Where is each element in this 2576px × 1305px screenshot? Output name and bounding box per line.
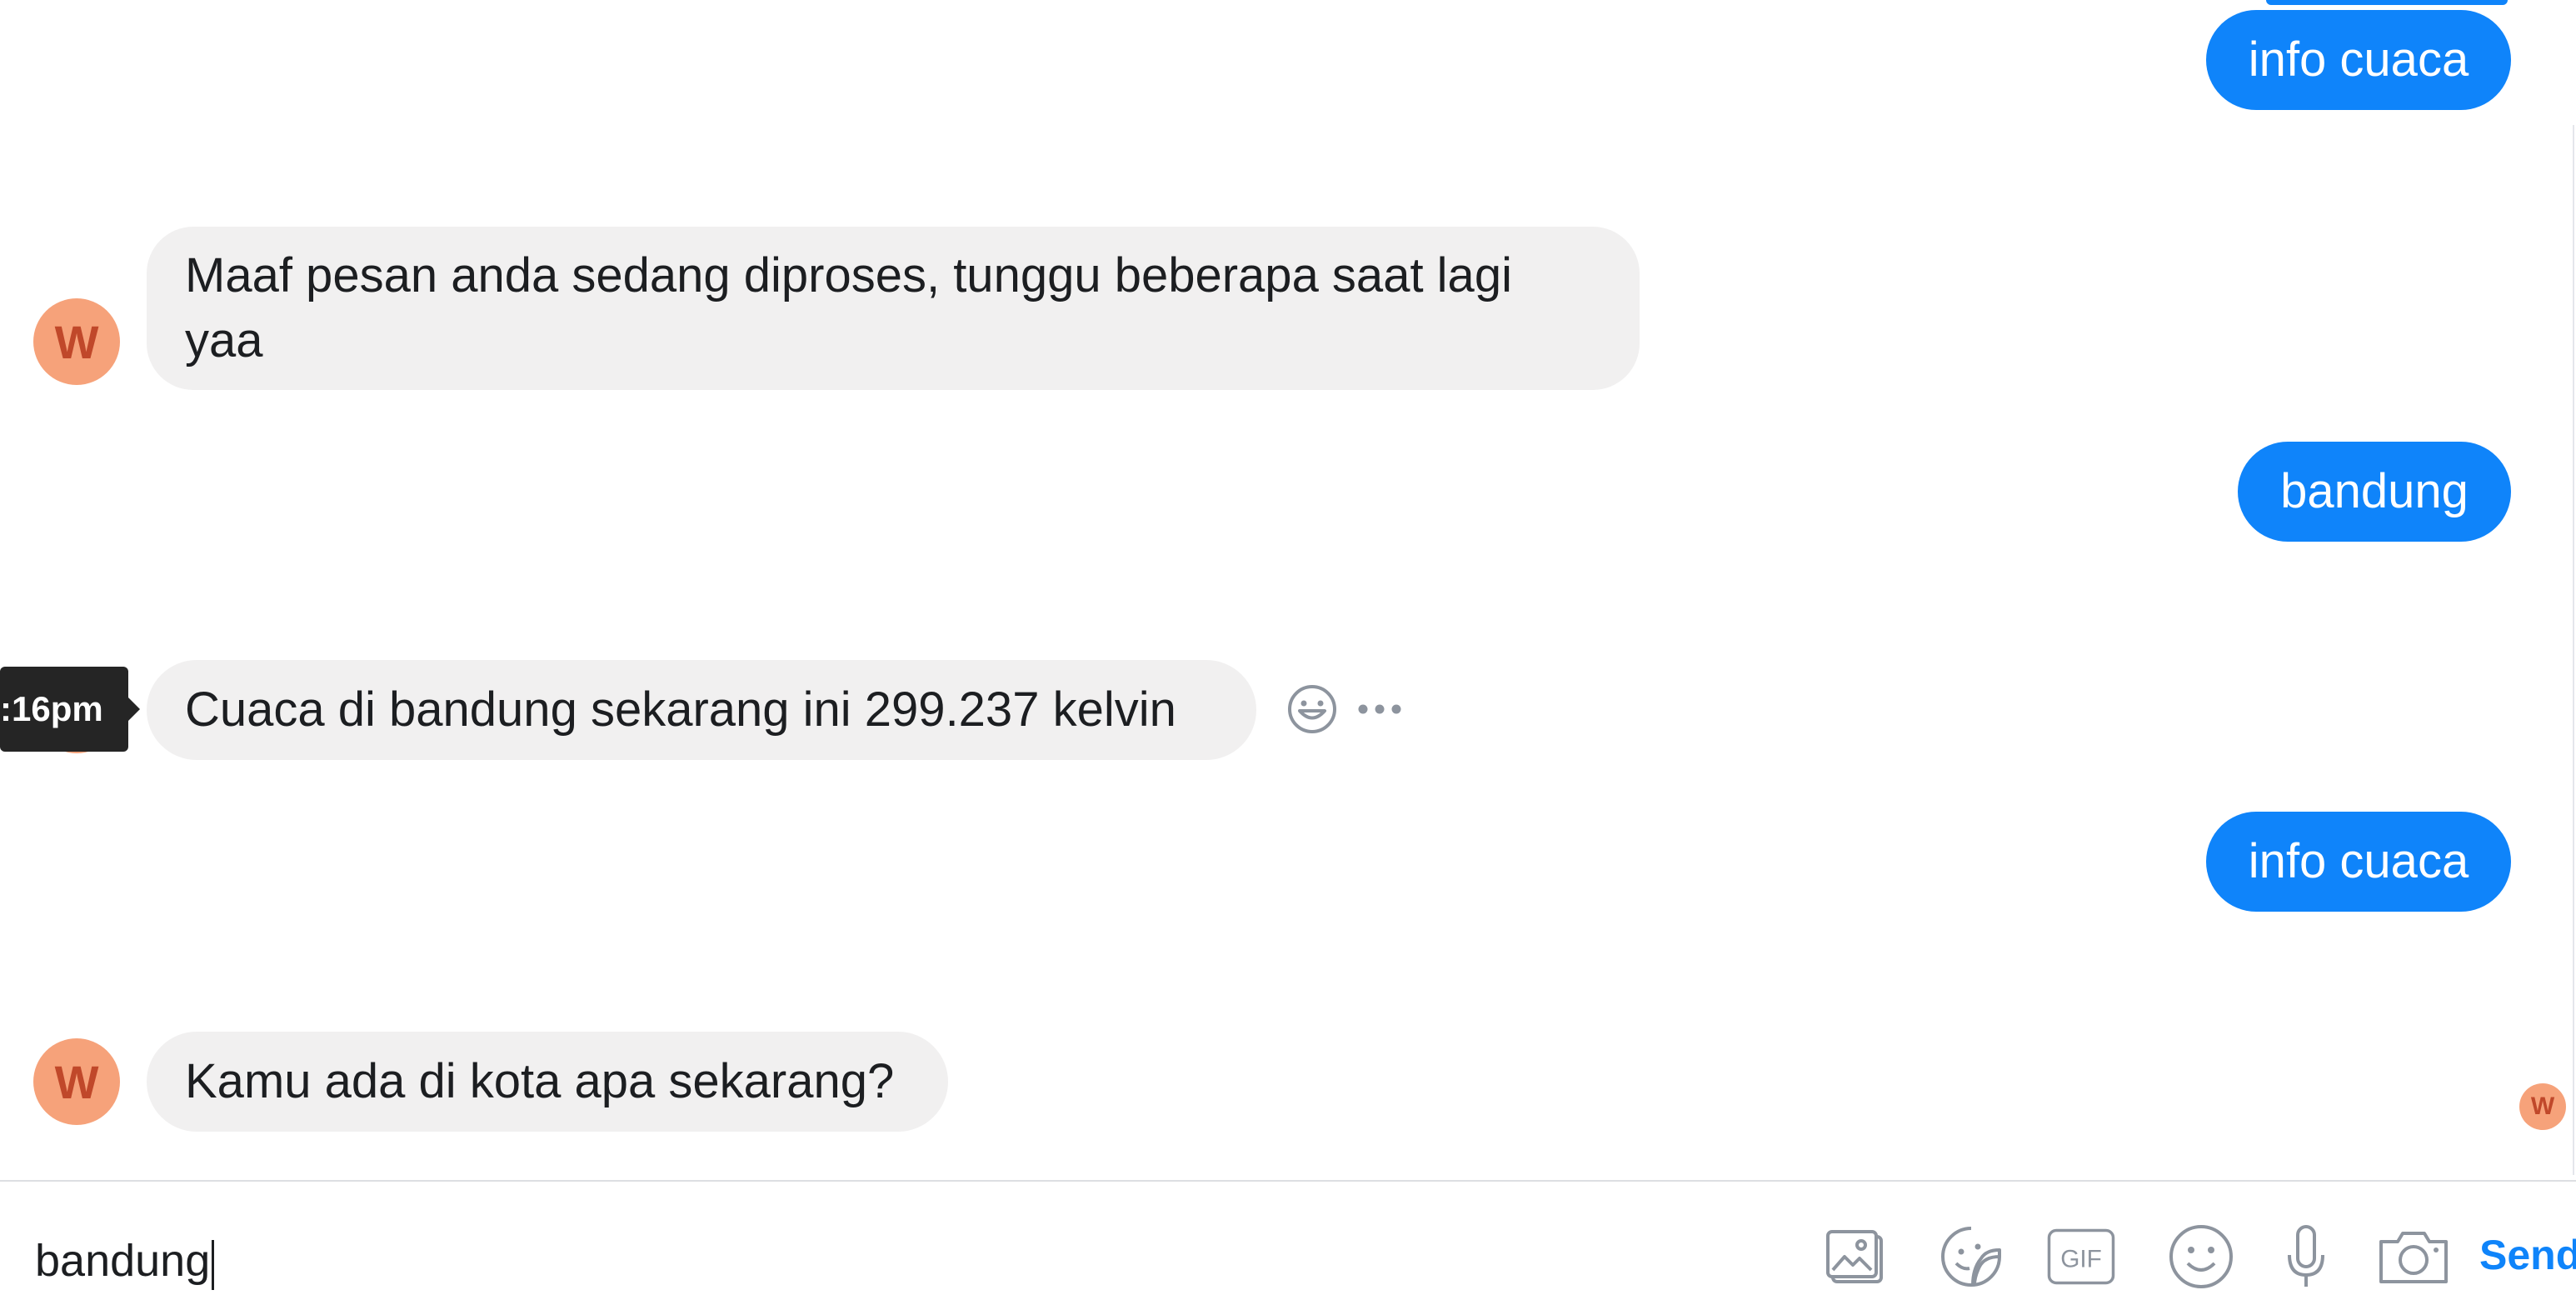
avatar[interactable]: W <box>33 1038 120 1125</box>
photo-icon[interactable] <box>1821 1222 1891 1292</box>
seen-indicator-avatar: W <box>2519 1083 2566 1130</box>
message-list[interactable]: info cuaca W Maaf pesan anda sedang dipr… <box>0 0 2576 1180</box>
incoming-message[interactable]: Cuaca di bandung sekarang ini 299.237 ke… <box>147 660 1256 760</box>
gif-icon[interactable]: GIF <box>2046 1222 2116 1292</box>
gif-label: GIF <box>2060 1245 2102 1272</box>
emoji-icon[interactable] <box>2166 1222 2236 1292</box>
incoming-message[interactable]: Kamu ada di kota apa sekarang? <box>147 1032 948 1132</box>
message-text: Kamu ada di kota apa sekarang? <box>185 1054 895 1108</box>
microphone-icon[interactable] <box>2271 1222 2341 1292</box>
message-text: Maaf pesan anda sedang diproses, tunggu … <box>185 248 1512 368</box>
avatar[interactable]: W <box>33 298 120 385</box>
message-text: bandung <box>2280 464 2469 518</box>
more-options-icon[interactable] <box>1356 697 1403 722</box>
sticker-icon[interactable] <box>1936 1222 2006 1292</box>
send-button[interactable]: Send <box>2479 1230 2576 1280</box>
outgoing-message[interactable]: info cuaca <box>2206 812 2511 912</box>
camera-icon[interactable] <box>2376 1222 2451 1292</box>
timestamp-tooltip: :16pm <box>0 667 140 752</box>
message-text: info cuaca <box>2248 834 2469 888</box>
react-emoji-icon[interactable] <box>1286 683 1338 735</box>
message-text: info cuaca <box>2248 32 2469 87</box>
message-text: Cuaca di bandung sekarang ini 299.237 ke… <box>185 682 1176 737</box>
message-input[interactable] <box>35 1182 1701 1303</box>
scrollbar[interactable] <box>2573 125 2574 1175</box>
outgoing-message[interactable]: info cuaca <box>2206 10 2511 110</box>
outgoing-message[interactable]: bandung <box>2238 442 2511 542</box>
text-caret <box>212 1240 214 1290</box>
incoming-message[interactable]: Maaf pesan anda sedang diproses, tunggu … <box>147 227 1640 390</box>
previous-bubble-edge <box>2266 0 2508 5</box>
